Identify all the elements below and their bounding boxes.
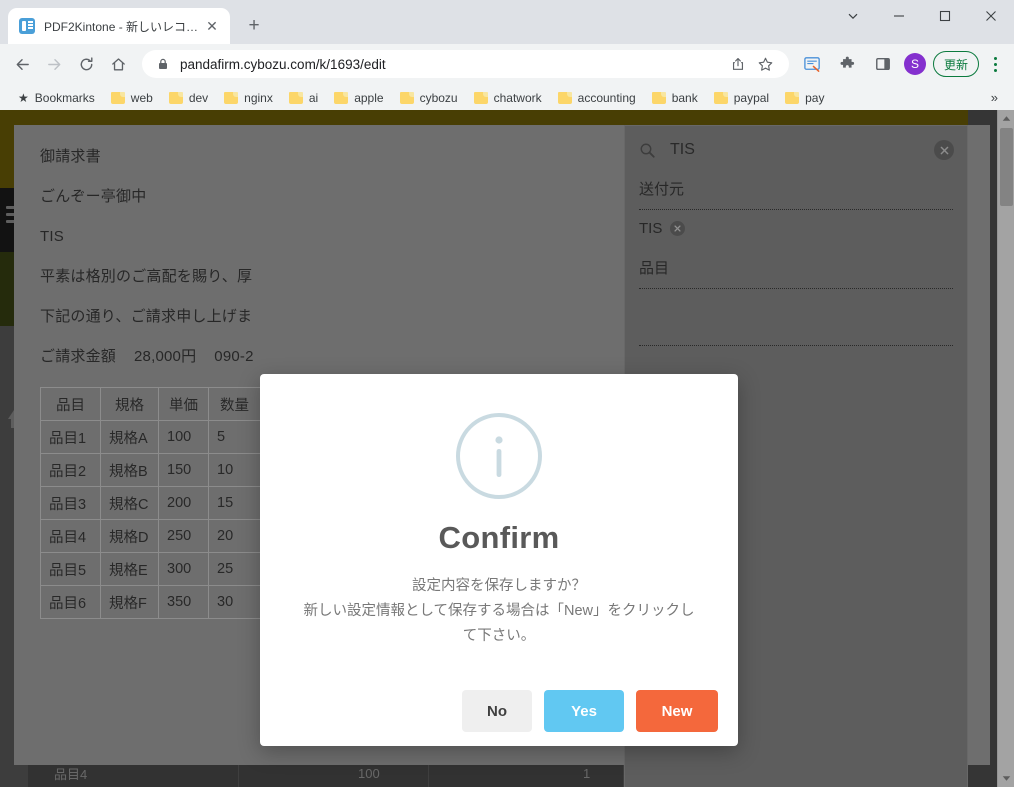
reload-icon[interactable] [72, 50, 100, 78]
dialog-message-line-2: 新しい設定情報として保存する場合は「New」をクリックし [303, 602, 695, 619]
window-controls [830, 0, 1014, 32]
confirm-dialog: Confirm 設定内容を保存しますか？ 新しい設定情報として保存する場合は「N… [260, 374, 738, 746]
maximize-icon[interactable] [922, 0, 968, 32]
toolbar-right-actions: S 更新 [799, 50, 1006, 78]
bookmark-folder-nginx[interactable]: nginx [216, 87, 281, 109]
dialog-message-line-1: 設定内容を保存しますか？ [412, 578, 586, 594]
url-text: pandafirm.cybozu.com/k/1693/edit [180, 56, 386, 72]
dialog-actions: No Yes New [462, 690, 718, 732]
bookmark-folder-bank[interactable]: bank [644, 87, 706, 109]
folder-icon [110, 91, 125, 104]
folder-icon [224, 91, 239, 104]
bookmark-label: nginx [244, 90, 273, 105]
folder-icon [473, 91, 488, 104]
bookmark-folder-paypal[interactable]: paypal [706, 87, 777, 109]
bookmark-root[interactable]: ★ Bookmarks [10, 87, 103, 109]
folder-icon [334, 91, 349, 104]
reader-extension-icon[interactable] [799, 50, 827, 78]
bookmark-label: ai [308, 90, 319, 105]
bookmark-label: bank [671, 90, 698, 105]
folder-icon [288, 91, 303, 104]
bookmarks-bar: ★ Bookmarks web dev nginx ai apple cyboz… [0, 84, 1014, 112]
bookmark-label: chatwork [493, 90, 542, 105]
new-button[interactable]: New [636, 690, 718, 732]
bookmark-folder-apple[interactable]: apple [326, 87, 391, 109]
no-button[interactable]: No [462, 690, 532, 732]
bookmarks-overflow-button[interactable]: » [985, 90, 1004, 105]
star-filled-icon: ★ [18, 90, 29, 105]
bookmark-label: dev [188, 90, 209, 105]
side-panel-icon[interactable] [869, 50, 897, 78]
lock-icon [156, 57, 170, 71]
folder-icon [713, 91, 728, 104]
update-button[interactable]: 更新 [932, 51, 979, 77]
bookmark-folder-web[interactable]: web [103, 87, 161, 109]
close-icon[interactable] [968, 0, 1014, 32]
back-arrow-icon[interactable] [8, 50, 36, 78]
address-bar[interactable]: pandafirm.cybozu.com/k/1693/edit [142, 50, 789, 78]
bookmark-label: apple [354, 90, 384, 105]
minimize-icon[interactable] [876, 0, 922, 32]
info-circle-icon [453, 410, 545, 502]
folder-icon [557, 91, 572, 104]
bookmark-root-label: Bookmarks [34, 90, 95, 105]
folder-icon [651, 91, 666, 104]
new-tab-button[interactable]: + [240, 12, 268, 40]
folder-icon [399, 91, 414, 104]
bookmark-label: cybozu [419, 90, 458, 105]
page-viewport: 品目4 100 1 100 御請求書 ごんぞー亭御中 TIS 平素は格別のご高配… [0, 110, 1014, 787]
bookmark-folder-pay[interactable]: pay [777, 87, 832, 109]
browser-tab[interactable]: PDF2Kintone - 新しいレコード ✕ [8, 8, 230, 44]
bookmark-folder-accounting[interactable]: accounting [550, 87, 644, 109]
tab-title: PDF2Kintone - 新しいレコード [44, 19, 202, 34]
bookmark-star-icon[interactable] [753, 51, 779, 77]
bookmark-folder-dev[interactable]: dev [161, 87, 216, 109]
bookmark-label: accounting [577, 90, 636, 105]
avatar[interactable]: S [903, 53, 926, 75]
forward-arrow-icon[interactable] [40, 50, 68, 78]
dialog-message-line-3: て下さい。 [462, 627, 536, 644]
chevron-down-icon[interactable] [830, 0, 876, 32]
bookmark-folder-chatwork[interactable]: chatwork [466, 87, 550, 109]
kintone-favicon-icon [19, 18, 35, 34]
yes-button[interactable]: Yes [544, 690, 624, 732]
dialog-title: Confirm [438, 520, 560, 555]
tab-close-icon[interactable]: ✕ [202, 16, 222, 36]
share-icon[interactable] [725, 51, 751, 77]
folder-icon [785, 91, 800, 104]
dialog-message: 設定内容を保存しますか？ 新しい設定情報として保存する場合は「New」をクリック… [288, 574, 710, 649]
kebab-menu-icon[interactable] [984, 51, 1006, 77]
browser-toolbar: pandafirm.cybozu.com/k/1693/edit S 更新 [0, 44, 1014, 84]
omnibox-actions [725, 51, 779, 77]
home-icon[interactable] [104, 50, 132, 78]
bookmark-label: web [130, 90, 153, 105]
bookmark-folder-cybozu[interactable]: cybozu [392, 87, 466, 109]
puzzle-piece-icon[interactable] [834, 50, 862, 78]
bookmark-label: pay [805, 90, 825, 105]
bookmark-folder-ai[interactable]: ai [281, 87, 326, 109]
browser-window: PDF2Kintone - 新しいレコード ✕ + pandafirm.cybo… [0, 0, 1014, 787]
folder-icon [168, 91, 183, 104]
tab-strip: PDF2Kintone - 新しいレコード ✕ + [0, 0, 1014, 44]
bookmark-label: paypal [733, 90, 770, 105]
